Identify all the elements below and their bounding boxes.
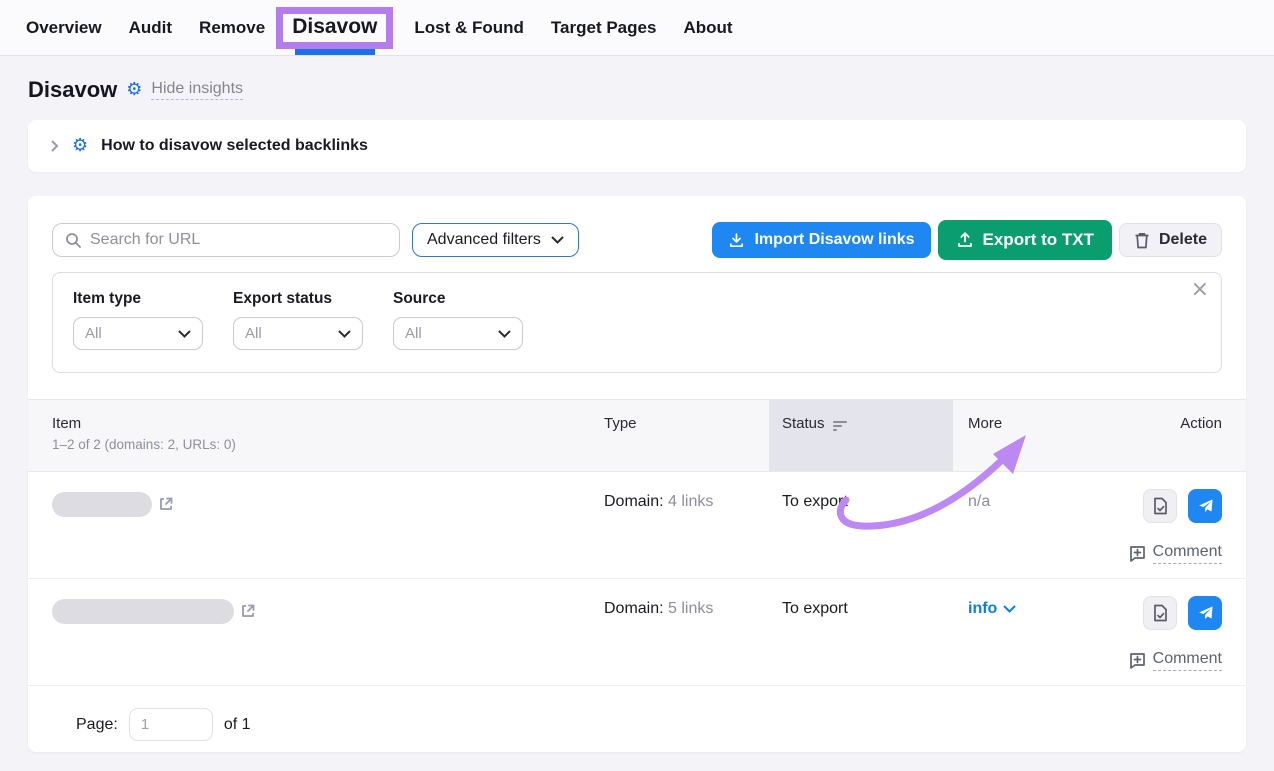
table-header-row: Item 1–2 of 2 (domains: 2, URLs: 0) Type…	[28, 399, 1246, 472]
disavow-list-card: Advanced filters Import Disavow links Ex…	[28, 196, 1246, 752]
import-disavow-links-label: Import Disavow links	[754, 231, 914, 249]
import-disavow-links-button[interactable]: Import Disavow links	[712, 222, 930, 258]
comment-link[interactable]: Comment	[1129, 650, 1222, 671]
tab-audit[interactable]: Audit	[129, 18, 172, 38]
move-to-list-button[interactable]	[1143, 596, 1177, 630]
column-header-item: Item	[52, 415, 604, 432]
filter-item-type: Item type All	[73, 290, 203, 350]
chevron-down-icon	[178, 330, 191, 338]
sort-icon	[833, 421, 847, 431]
how-to-disavow-panel[interactable]: ⚙ How to disavow selected backlinks	[28, 120, 1246, 172]
comment-plus-icon	[1129, 652, 1146, 669]
delete-button[interactable]: Delete	[1119, 223, 1222, 257]
send-to-disavow-button[interactable]	[1188, 596, 1222, 630]
search-input[interactable]	[90, 231, 387, 249]
filter-export-status: Export status All	[233, 290, 363, 350]
chevron-right-icon	[50, 139, 59, 153]
chevron-down-icon	[1003, 605, 1016, 613]
comment-link[interactable]: Comment	[1129, 543, 1222, 564]
external-link-icon[interactable]	[158, 496, 174, 512]
column-header-action: Action	[1103, 400, 1246, 471]
more-value: n/a	[953, 472, 1103, 578]
tab-target-pages[interactable]: Target Pages	[551, 18, 657, 38]
filter-item-type-select[interactable]: All	[73, 317, 203, 350]
gear-icon: ⚙	[72, 137, 88, 155]
item-type-label: Domain:	[604, 493, 664, 510]
status-value: To export	[769, 579, 953, 685]
status-header-label: Status	[782, 415, 825, 432]
page-of-label: of 1	[224, 716, 251, 734]
filter-export-status-label: Export status	[233, 290, 363, 308]
chevron-down-icon	[338, 330, 351, 338]
item-links-count[interactable]: 4 links	[668, 493, 713, 510]
external-link-icon[interactable]	[240, 603, 256, 619]
chevron-down-icon	[551, 236, 564, 244]
disavow-table: Item 1–2 of 2 (domains: 2, URLs: 0) Type…	[28, 399, 1246, 686]
status-value: To export	[769, 472, 953, 578]
page-number-input[interactable]	[129, 708, 213, 741]
filter-item-type-label: Item type	[73, 290, 203, 308]
column-header-more: More	[953, 400, 1103, 471]
how-to-disavow-label: How to disavow selected backlinks	[101, 137, 368, 155]
move-to-list-button[interactable]	[1143, 489, 1177, 523]
tab-bar: Overview Audit Remove Disavow Lost & Fou…	[0, 0, 1274, 56]
advanced-filters-button[interactable]: Advanced filters	[412, 223, 579, 257]
info-label: info	[968, 600, 997, 618]
export-to-txt-button[interactable]: Export to TXT	[938, 220, 1112, 260]
upload-icon	[956, 231, 974, 249]
table-row: Domain: 4 links To export n/a	[28, 472, 1246, 579]
filters-panel: × Item type All Export status All	[52, 272, 1222, 373]
page-label: Page:	[76, 716, 118, 734]
send-icon	[1197, 605, 1214, 622]
comment-label: Comment	[1153, 543, 1222, 564]
page-header: Disavow ⚙ Hide insights	[28, 77, 1246, 103]
trash-icon	[1134, 232, 1150, 249]
filter-source-value: All	[405, 325, 422, 342]
tab-remove[interactable]: Remove	[199, 18, 265, 38]
gear-icon: ⚙	[126, 81, 142, 99]
filter-export-status-value: All	[245, 325, 262, 342]
item-type-label: Domain:	[604, 600, 664, 617]
filter-source-label: Source	[393, 290, 523, 308]
redacted-domain	[52, 599, 234, 624]
filter-source: Source All	[393, 290, 523, 350]
toolbar: Advanced filters Import Disavow links Ex…	[52, 220, 1222, 260]
search-icon	[65, 232, 81, 248]
tab-lost-and-found[interactable]: Lost & Found	[414, 18, 524, 38]
redacted-domain	[52, 492, 152, 517]
table-row: Domain: 5 links To export info	[28, 579, 1246, 686]
filter-item-type-value: All	[85, 325, 102, 342]
filter-source-select[interactable]: All	[393, 317, 523, 350]
search-box[interactable]	[52, 223, 400, 257]
advanced-filters-label: Advanced filters	[427, 231, 541, 249]
export-to-txt-label: Export to TXT	[983, 230, 1094, 250]
column-header-status[interactable]: Status	[769, 400, 953, 471]
comment-plus-icon	[1129, 545, 1146, 562]
item-count-summary: 1–2 of 2 (domains: 2, URLs: 0)	[52, 437, 604, 452]
tab-overview[interactable]: Overview	[26, 18, 102, 38]
pagination: Page: of 1	[52, 686, 1222, 741]
item-links-count[interactable]: 5 links	[668, 600, 713, 617]
hide-insights-link[interactable]: Hide insights	[151, 80, 243, 100]
document-check-icon	[1152, 497, 1169, 515]
send-to-disavow-button[interactable]	[1188, 489, 1222, 523]
tab-disavow-active-highlighted[interactable]: Disavow	[276, 7, 393, 49]
delete-label: Delete	[1159, 231, 1207, 249]
document-check-icon	[1152, 604, 1169, 622]
info-dropdown[interactable]: info	[968, 600, 1016, 618]
chevron-down-icon	[498, 330, 511, 338]
filter-export-status-select[interactable]: All	[233, 317, 363, 350]
tab-about[interactable]: About	[683, 18, 732, 38]
download-icon	[728, 232, 745, 249]
comment-label: Comment	[1153, 650, 1222, 671]
page-title: Disavow	[28, 77, 117, 103]
send-icon	[1197, 498, 1214, 515]
column-header-type: Type	[604, 400, 769, 471]
close-icon[interactable]: ×	[1191, 279, 1209, 301]
